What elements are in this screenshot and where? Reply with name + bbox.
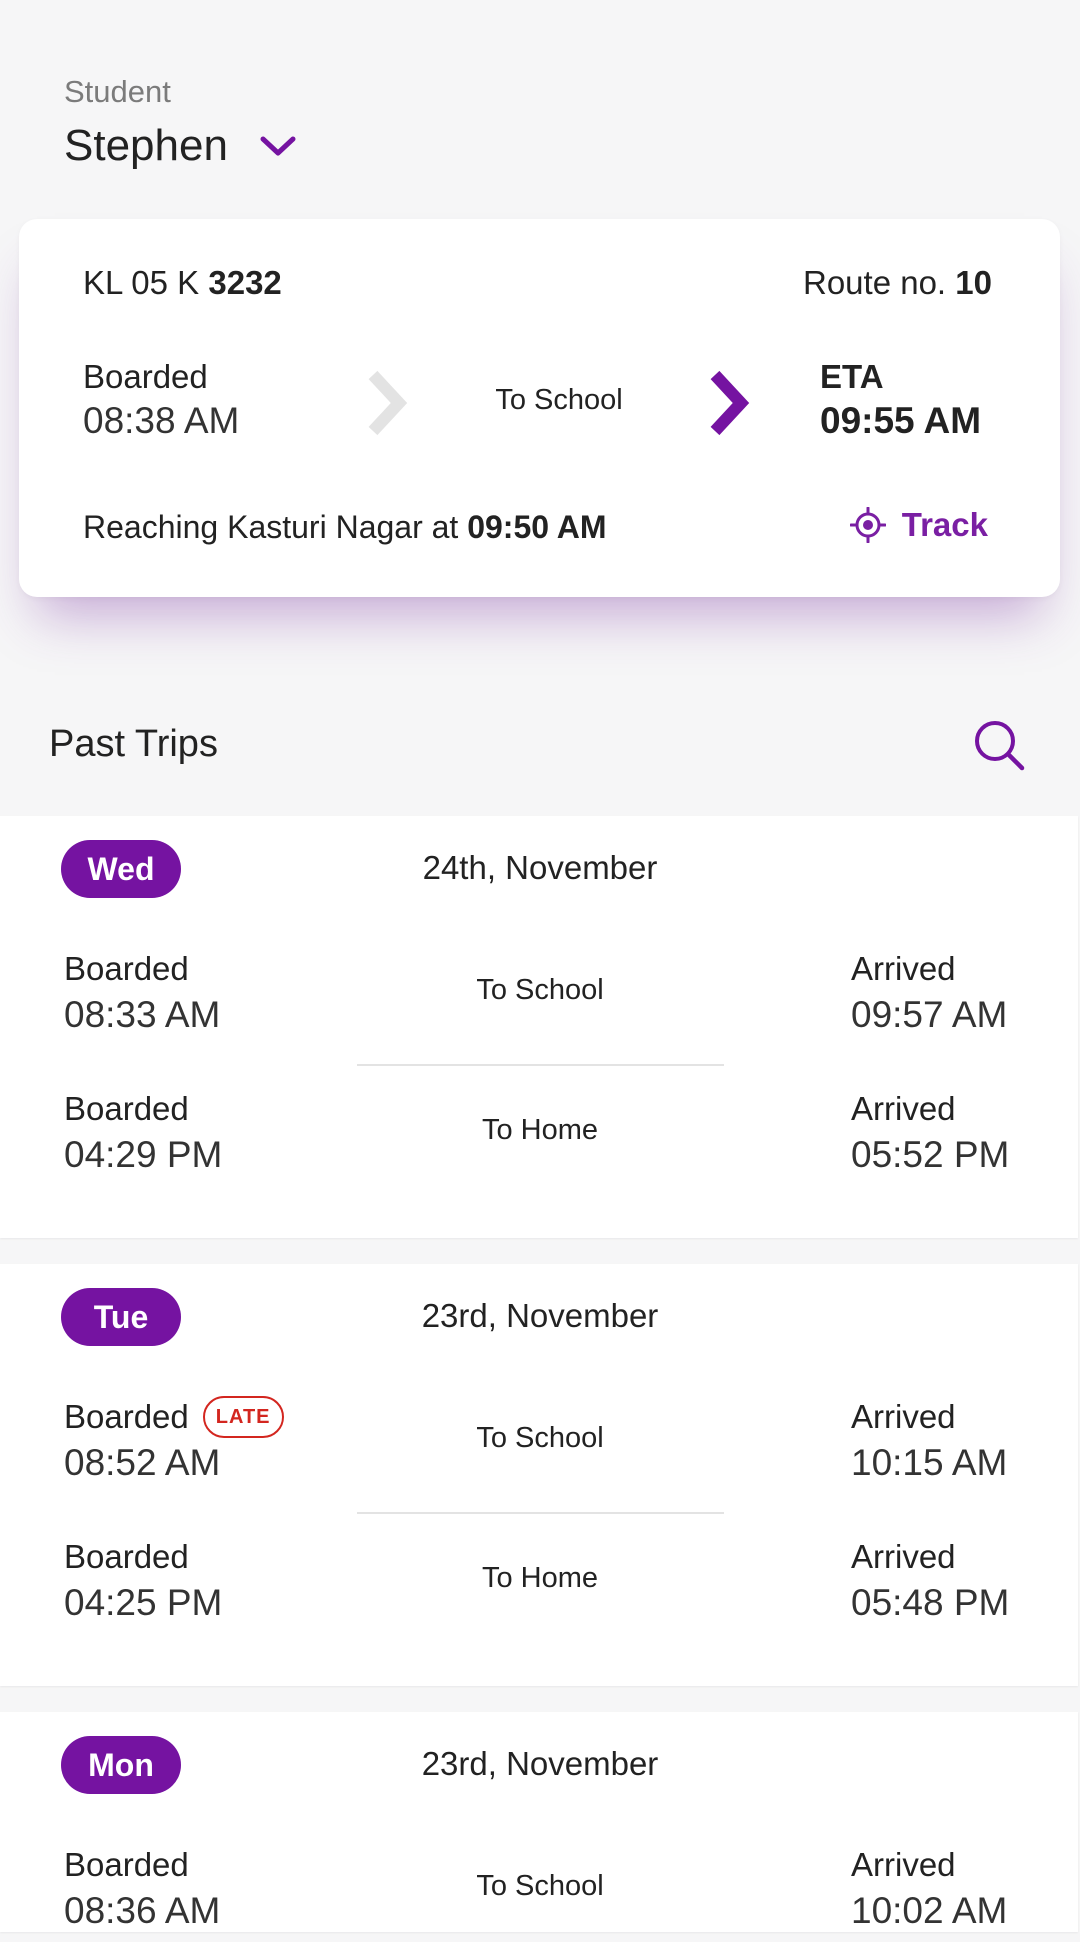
boarded-label: Boarded: [64, 1398, 189, 1435]
boarded-label: Boarded: [83, 358, 208, 395]
trip-row: Boarded LATE 08:52 AM To School Arrived …: [0, 1394, 1078, 1494]
vehicle-plate: KL 05 K 3232: [83, 261, 282, 305]
trip-date: 24th, November: [422, 849, 658, 886]
arrived-label: Arrived: [851, 1846, 956, 1883]
trip-row: Boarded 08:33 AM To School Arrived 09:57…: [0, 946, 1078, 1046]
boarded-info: Boarded 08:33 AM: [64, 946, 220, 1038]
track-button[interactable]: Track: [849, 503, 988, 547]
plate-number: 3232: [208, 264, 282, 301]
student-dropdown[interactable]: Stephen: [64, 118, 298, 174]
boarded-time: 04:29 PM: [64, 1134, 223, 1175]
arrived-info: Arrived 10:02 AM: [851, 1842, 1007, 1934]
arrived-time: 10:02 AM: [851, 1890, 1008, 1931]
student-name[interactable]: Stephen: [64, 118, 228, 174]
boarded-label: Boarded: [64, 1846, 189, 1883]
trip-direction: To Home: [481, 1114, 599, 1146]
boarded-info: Boarded 04:25 PM: [64, 1534, 222, 1626]
route-label: Route no.: [803, 264, 956, 301]
trip-row: Boarded 04:25 PM To Home Arrived 05:48 P…: [0, 1534, 1078, 1634]
trip-date: 23rd, November: [421, 1745, 659, 1782]
arrived-time: 05:48 PM: [851, 1582, 1010, 1623]
trip-day-card[interactable]: Tue 23rd, November Boarded LATE 08:52 AM…: [0, 1264, 1078, 1686]
boarded-info: Boarded LATE 08:52 AM: [64, 1394, 284, 1486]
arrived-info: Arrived 05:52 PM: [851, 1086, 1009, 1178]
boarded-info: Boarded 08:38 AM: [83, 355, 239, 443]
arrived-label: Arrived: [851, 1398, 956, 1435]
reaching-time: 09:50 AM: [467, 509, 607, 545]
trip-direction: To Home: [481, 1562, 599, 1594]
past-trips-title: Past Trips: [49, 723, 218, 765]
day-badge: Mon: [61, 1736, 181, 1794]
divider: [357, 1064, 724, 1066]
divider: [357, 1512, 724, 1514]
arrived-info: Arrived 10:15 AM: [851, 1394, 1007, 1486]
trip-direction: To School: [495, 384, 623, 416]
day-badge: Tue: [61, 1288, 181, 1346]
trip-day-card[interactable]: Wed 24th, November Boarded 08:33 AM To S…: [0, 816, 1078, 1238]
boarded-info: Boarded 08:36 AM: [64, 1842, 220, 1934]
plate-prefix: KL 05 K: [83, 264, 209, 301]
trip-row: Boarded 08:36 AM To School Arrived 10:02…: [0, 1842, 1078, 1942]
boarded-time: 08:33 AM: [64, 994, 221, 1035]
trip-direction: To School: [476, 1422, 604, 1454]
trip-day-card[interactable]: Mon 23rd, November Boarded 08:36 AM To S…: [0, 1712, 1078, 1932]
boarded-label: Boarded: [64, 1538, 189, 1575]
active-trip-card: KL 05 K 3232 Route no. 10 Boarded 08:38 …: [19, 219, 1060, 597]
eta-time: 09:55 AM: [820, 400, 982, 441]
arrived-time: 10:15 AM: [851, 1442, 1008, 1483]
arrived-time: 09:57 AM: [851, 994, 1008, 1035]
trip-row: Boarded 04:29 PM To Home Arrived 05:52 P…: [0, 1086, 1078, 1186]
boarded-time: 08:38 AM: [83, 400, 240, 441]
student-selector[interactable]: Student Stephen: [64, 72, 298, 174]
track-label: Track: [901, 506, 988, 543]
reaching-status: Reaching Kasturi Nagar at 09:50 AM: [83, 505, 607, 549]
trip-direction: To School: [476, 1870, 604, 1902]
boarded-time: 04:25 PM: [64, 1582, 223, 1623]
route-value: 10: [955, 264, 992, 301]
boarded-label: Boarded: [64, 950, 189, 987]
trip-date: 23rd, November: [421, 1297, 659, 1334]
chevron-down-icon[interactable]: [258, 131, 298, 161]
arrived-info: Arrived 05:48 PM: [851, 1534, 1009, 1626]
arrived-label: Arrived: [851, 950, 956, 987]
location-target-icon: [849, 507, 886, 543]
late-badge: LATE: [202, 1396, 284, 1438]
arrived-label: Arrived: [851, 1090, 956, 1127]
student-label: Student: [64, 74, 171, 109]
boarded-info: Boarded 04:29 PM: [64, 1086, 222, 1178]
route-number: Route no. 10: [803, 261, 992, 305]
chevron-right-icon: [710, 370, 750, 436]
arrived-label: Arrived: [851, 1538, 956, 1575]
arrived-info: Arrived 09:57 AM: [851, 946, 1007, 1038]
boarded-time: 08:36 AM: [64, 1890, 221, 1931]
eta-label: ETA: [820, 358, 884, 395]
boarded-time: 08:52 AM: [64, 1442, 221, 1483]
eta-info: ETA 09:55 AM: [820, 355, 981, 443]
search-icon[interactable]: [970, 716, 1030, 776]
trip-direction: To School: [476, 974, 604, 1006]
boarded-label: Boarded: [64, 1090, 189, 1127]
reaching-text: Reaching Kasturi Nagar at: [83, 509, 468, 545]
chevron-right-gray-icon: [368, 370, 408, 436]
arrived-time: 05:52 PM: [851, 1134, 1010, 1175]
day-badge: Wed: [61, 840, 181, 898]
